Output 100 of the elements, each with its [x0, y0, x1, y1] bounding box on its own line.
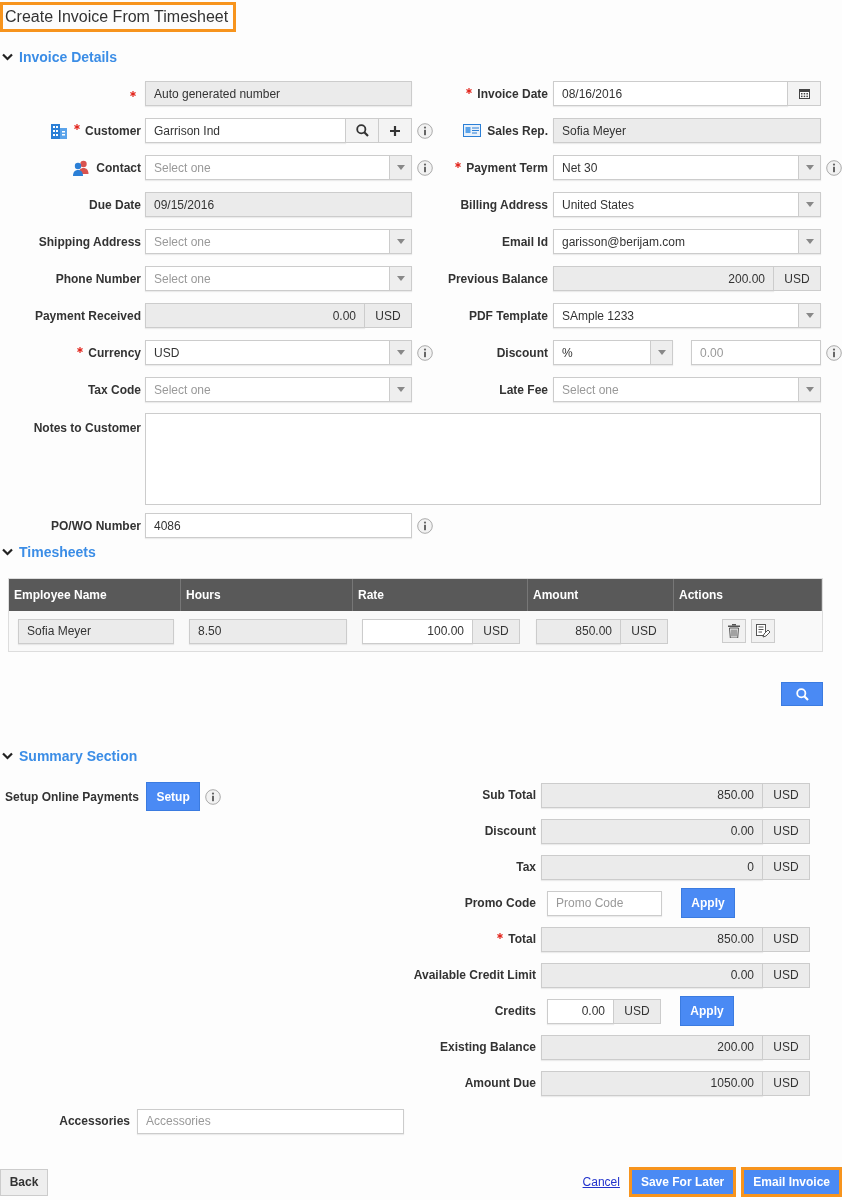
- add-button[interactable]: [379, 118, 412, 143]
- currency-addon: USD: [473, 618, 520, 644]
- amount-field: 850.00: [541, 782, 763, 808]
- field-label: Tax Code: [87, 382, 141, 397]
- currency-addon: USD: [763, 854, 810, 880]
- info-icon[interactable]: [826, 159, 842, 176]
- dropdown[interactable]: United States: [553, 192, 821, 217]
- caret-icon: [805, 313, 814, 318]
- caret-icon: [396, 165, 405, 170]
- amount-field: 200.00: [553, 266, 774, 291]
- search-button[interactable]: [346, 118, 379, 143]
- action-button[interactable]: Save For Later: [628, 1167, 737, 1197]
- chevron-down-icon[interactable]: [2, 752, 13, 760]
- field-label: Accessories: [59, 1114, 130, 1128]
- caret-icon: [805, 202, 814, 207]
- dropdown[interactable]: %: [553, 340, 673, 365]
- back-button[interactable]: Back: [0, 1168, 48, 1196]
- field-label: PDF Template: [468, 308, 548, 323]
- input-field[interactable]: Garrison Ind: [145, 118, 346, 143]
- edit-icon: [756, 624, 770, 638]
- info-icon[interactable]: [826, 344, 842, 361]
- chevron-down-icon[interactable]: [2, 53, 13, 61]
- trash-icon: [728, 624, 740, 638]
- field-label: Discount: [484, 824, 536, 838]
- read-only-field: Sofia Meyer: [18, 618, 174, 644]
- delete-button[interactable]: [722, 619, 746, 643]
- info-icon[interactable]: [205, 788, 222, 805]
- dropdown[interactable]: Select one: [145, 377, 412, 402]
- currency-addon: USD: [774, 266, 821, 291]
- field-label: Due Date: [89, 197, 141, 212]
- field-label: Shipping Address: [38, 234, 141, 249]
- dropdown[interactable]: Select one: [145, 155, 412, 180]
- field-label: Discount: [496, 345, 548, 360]
- edit-button[interactable]: [751, 619, 775, 643]
- currency-addon: USD: [763, 782, 810, 808]
- chevron-down-icon[interactable]: [2, 548, 13, 556]
- caret-icon: [396, 239, 405, 244]
- dropdown[interactable]: Select one: [145, 229, 412, 254]
- caret-icon: [396, 387, 405, 392]
- read-only-field: 8.50: [189, 618, 347, 644]
- field-label: Contact: [96, 160, 141, 175]
- date-field[interactable]: 08/16/2016: [553, 81, 788, 106]
- action-button[interactable]: Email Invoice: [741, 1167, 842, 1197]
- credits-field[interactable]: 0.00: [547, 998, 614, 1024]
- section-heading[interactable]: Timesheets: [19, 544, 96, 560]
- dropdown[interactable]: Select one: [553, 377, 821, 402]
- field-label: Setup Online Payments: [5, 789, 140, 804]
- dropdown[interactable]: SAmple 1233: [553, 303, 821, 328]
- plus-icon: [390, 125, 400, 136]
- section-heading[interactable]: Invoice Details: [19, 49, 118, 65]
- field-label: Late Fee: [499, 382, 548, 397]
- amount-field: 0.00: [541, 962, 763, 988]
- accessories-field[interactable]: Accessories: [137, 1108, 404, 1134]
- amount-field: 0.00: [145, 303, 365, 328]
- info-icon[interactable]: [417, 159, 433, 176]
- section-heading[interactable]: Summary Section: [19, 748, 138, 764]
- info-icon[interactable]: [417, 517, 433, 534]
- setup-button[interactable]: Setup: [146, 782, 201, 811]
- amount-field: 0.00: [541, 818, 763, 844]
- cancel-link[interactable]: Cancel: [582, 1175, 620, 1189]
- caret-icon: [657, 350, 666, 355]
- caret-icon: [396, 276, 405, 281]
- field-label: Previous Balance: [447, 271, 548, 286]
- calendar-icon: [798, 88, 810, 99]
- info-icon[interactable]: [417, 122, 433, 139]
- field-label: Promo Code: [464, 896, 536, 910]
- currency-addon: USD: [763, 1034, 810, 1060]
- field-label: Payment Term: [466, 160, 548, 175]
- input-field[interactable]: 100.00: [362, 618, 473, 644]
- read-only-field: Auto generated number: [145, 81, 412, 106]
- field-label: Currency: [88, 345, 141, 360]
- currency-addon: USD: [763, 1070, 810, 1096]
- dropdown[interactable]: Net 30: [553, 155, 821, 180]
- apply-button[interactable]: Apply: [680, 996, 734, 1026]
- amount-field: 850.00: [536, 618, 621, 644]
- amount-field: 0: [541, 854, 763, 880]
- promo-code-field[interactable]: Promo Code: [547, 890, 662, 916]
- dropdown[interactable]: USD: [145, 340, 412, 365]
- caret-icon: [396, 350, 405, 355]
- currency-addon: USD: [621, 618, 668, 644]
- calendar-button[interactable]: [788, 81, 821, 106]
- caret-icon: [805, 239, 814, 244]
- input-field[interactable]: 0.00: [691, 340, 821, 365]
- field-label: Amount Due: [464, 1076, 536, 1090]
- read-only-field: 09/15/2016: [145, 192, 412, 217]
- input-field[interactable]: 4086: [145, 513, 412, 538]
- field-label: Total: [508, 932, 536, 946]
- field-label: Tax: [516, 860, 536, 874]
- info-icon[interactable]: [417, 344, 433, 361]
- dropdown[interactable]: Select one: [145, 266, 412, 291]
- currency-addon: USD: [614, 998, 661, 1024]
- dropdown[interactable]: garisson@berijam.com: [553, 229, 821, 254]
- field-label: Payment Received: [34, 308, 141, 323]
- field-label: Phone Number: [55, 271, 141, 286]
- search-icon: [795, 687, 809, 701]
- field-label: Available Credit Limit: [413, 968, 536, 982]
- field-label: Sub Total: [482, 788, 536, 802]
- amount-field: 200.00: [541, 1034, 763, 1060]
- currency-addon: USD: [763, 818, 810, 844]
- apply-button[interactable]: Apply: [681, 888, 735, 918]
